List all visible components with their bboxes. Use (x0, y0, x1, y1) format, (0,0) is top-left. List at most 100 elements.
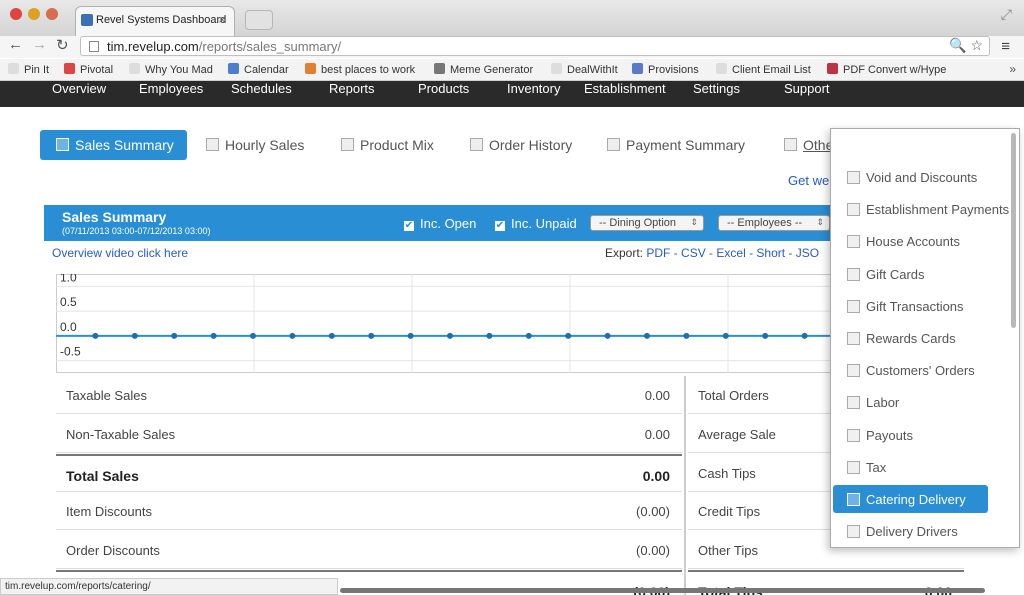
employees-select[interactable]: -- Employees -- ⇕ (718, 215, 830, 231)
overview-video-link[interactable]: Overview video click here (52, 246, 188, 260)
forward-arrow-icon[interactable]: → (32, 36, 47, 53)
fullscreen-icon[interactable]: ⤢ (1001, 6, 1012, 23)
tab-label: Payment Summary (626, 137, 746, 153)
bookmark-label: PDF Convert w/Hype (843, 64, 947, 76)
bookmark-icon (8, 63, 19, 74)
inc-open-checkbox[interactable]: ✔ Inc. Open (404, 216, 476, 231)
bookmark-item[interactable]: Client Email List (716, 63, 811, 76)
menu-item-gift-cards[interactable]: Gift Cards (831, 260, 1001, 288)
export-label: Export: (605, 246, 644, 260)
nav-support[interactable]: Support (784, 81, 830, 96)
dining-option-select[interactable]: -- Dining Option ⇕ (590, 215, 704, 231)
bookmark-item[interactable]: Meme Generator (434, 63, 533, 76)
bookmark-icon (129, 63, 140, 74)
menu-item-catering-delivery[interactable]: Catering Delivery (833, 485, 988, 513)
tab-close-icon[interactable]: × (218, 12, 226, 27)
bookmark-item[interactable]: Calendar (228, 63, 289, 76)
bookmark-item[interactable]: PDF Convert w/Hype (827, 63, 946, 76)
bookmark-item[interactable]: best places to work (305, 63, 415, 76)
nav-inventory[interactable]: Inventory (507, 81, 560, 96)
tab-payment-summary[interactable]: Payment Summary (607, 130, 745, 160)
export-link-jso[interactable]: JSO (796, 246, 819, 260)
reload-icon[interactable]: ↻ (56, 36, 69, 54)
bookmark-item[interactable]: Pin It (8, 63, 49, 76)
export-link-excel[interactable]: Excel (716, 246, 745, 260)
menu-item-labor[interactable]: Labor (831, 388, 1001, 416)
chrome-menu-icon[interactable]: ≡ (1001, 38, 1010, 55)
report-icon (847, 525, 860, 539)
menu-item-label: Tax (866, 459, 887, 475)
inc-unpaid-checkbox[interactable]: ✔ Inc. Unpaid (495, 216, 577, 231)
back-arrow-icon[interactable]: ← (8, 36, 23, 53)
menu-item-label: Customers' Orders (866, 363, 975, 379)
close-window-button[interactable] (10, 8, 22, 20)
tab-label: Hourly Sales (225, 137, 305, 153)
menu-item-label: Gift Transactions (866, 298, 964, 314)
revel-favicon-icon (81, 14, 93, 26)
row-label: Other Tips (698, 543, 758, 559)
url-host: tim.revelup.com (107, 39, 199, 54)
menu-item-house-accounts[interactable]: House Accounts (831, 227, 1001, 255)
tab-product-mix[interactable]: Product Mix (341, 130, 434, 160)
nav-products[interactable]: Products (418, 81, 469, 96)
bookmark-item[interactable]: Provisions (632, 63, 699, 76)
select-arrow-icon: ⇕ (816, 217, 824, 227)
maximize-window-button[interactable] (46, 8, 58, 20)
bookmark-label: Calendar (244, 64, 289, 76)
tab-label: Product Mix (360, 137, 434, 153)
menu-item-label: Labor (866, 395, 900, 411)
bookmark-item[interactable]: Why You Mad (129, 63, 213, 76)
report-icon (206, 138, 219, 151)
bookmark-icon (551, 63, 562, 74)
bookmark-item[interactable]: Pivotal (64, 63, 113, 76)
menu-item-customers-orders[interactable]: Customers' Orders (831, 356, 1001, 384)
nav-schedules[interactable]: Schedules (231, 81, 292, 96)
report-icon (847, 396, 860, 410)
menu-item-delivery-drivers[interactable]: Delivery Drivers (831, 517, 1001, 545)
tab-order-history[interactable]: Order History (470, 130, 572, 160)
export-separator: - (745, 246, 757, 260)
menu-item-establishment-payments[interactable]: Establishment Payments (831, 195, 1009, 223)
tab-sales-summary[interactable]: Sales Summary (40, 130, 187, 160)
row-value: 0.00 (644, 388, 670, 403)
chart-point (604, 332, 611, 339)
nav-overview[interactable]: Overview (52, 81, 106, 96)
tab-hourly-sales[interactable]: Hourly Sales (206, 130, 304, 160)
status-bar: tim.revelup.com/reports/catering/ (0, 578, 338, 595)
sales-chart: 1.0 0.5 0.0 -0.5 (56, 274, 832, 373)
tab-othe[interactable]: Othe (784, 130, 833, 160)
menu-item-void-and-discounts[interactable]: Void and Discounts (831, 163, 1001, 191)
bookmark-item[interactable]: DealWithIt (551, 63, 618, 76)
row-label: Order Discounts (66, 543, 160, 559)
dropdown-scrollbar[interactable] (1011, 133, 1016, 328)
browser-tab[interactable]: Revel Systems Dashboard × (75, 6, 235, 36)
nav-establishment[interactable]: Establishment (584, 81, 666, 96)
export-link-pdf[interactable]: PDF (646, 246, 670, 260)
row-label: Non-Taxable Sales (66, 426, 176, 442)
bookmark-icon (716, 63, 727, 74)
minimize-window-button[interactable] (28, 8, 40, 20)
more-bookmarks-icon[interactable]: » (1009, 62, 1016, 76)
zoom-star-icons[interactable]: 🔍 ☆ (949, 37, 983, 54)
checkmark-icon: ✔ (404, 220, 414, 231)
get-web-link[interactable]: Get we (788, 173, 829, 188)
other-reports-dropdown: Void and Discounts Establishment Payments… (830, 128, 1020, 548)
report-icon (56, 138, 69, 151)
menu-item-tax[interactable]: Tax (831, 453, 1001, 481)
bookmark-label: Why You Mad (145, 64, 213, 76)
address-bar[interactable]: tim.revelup.com/reports/sales_summary/ 🔍… (80, 36, 990, 56)
nav-settings[interactable]: Settings (693, 81, 740, 96)
new-tab-button[interactable] (245, 10, 273, 30)
menu-item-gift-transactions[interactable]: Gift Transactions (831, 292, 1001, 320)
horizontal-scrollbar[interactable] (340, 588, 985, 593)
chart-point (250, 332, 256, 339)
menu-item-rewards-cards[interactable]: Rewards Cards (831, 324, 1001, 352)
bookmark-label: Client Email List (732, 64, 811, 76)
export-link-csv[interactable]: CSV (681, 246, 706, 260)
menu-item-payouts[interactable]: Payouts (831, 421, 1001, 449)
nav-reports[interactable]: Reports (329, 81, 375, 96)
report-icon (847, 428, 860, 442)
nav-employees[interactable]: Employees (139, 81, 203, 96)
export-link-short[interactable]: Short (756, 246, 785, 260)
menu-item-label: Payouts (866, 427, 913, 443)
